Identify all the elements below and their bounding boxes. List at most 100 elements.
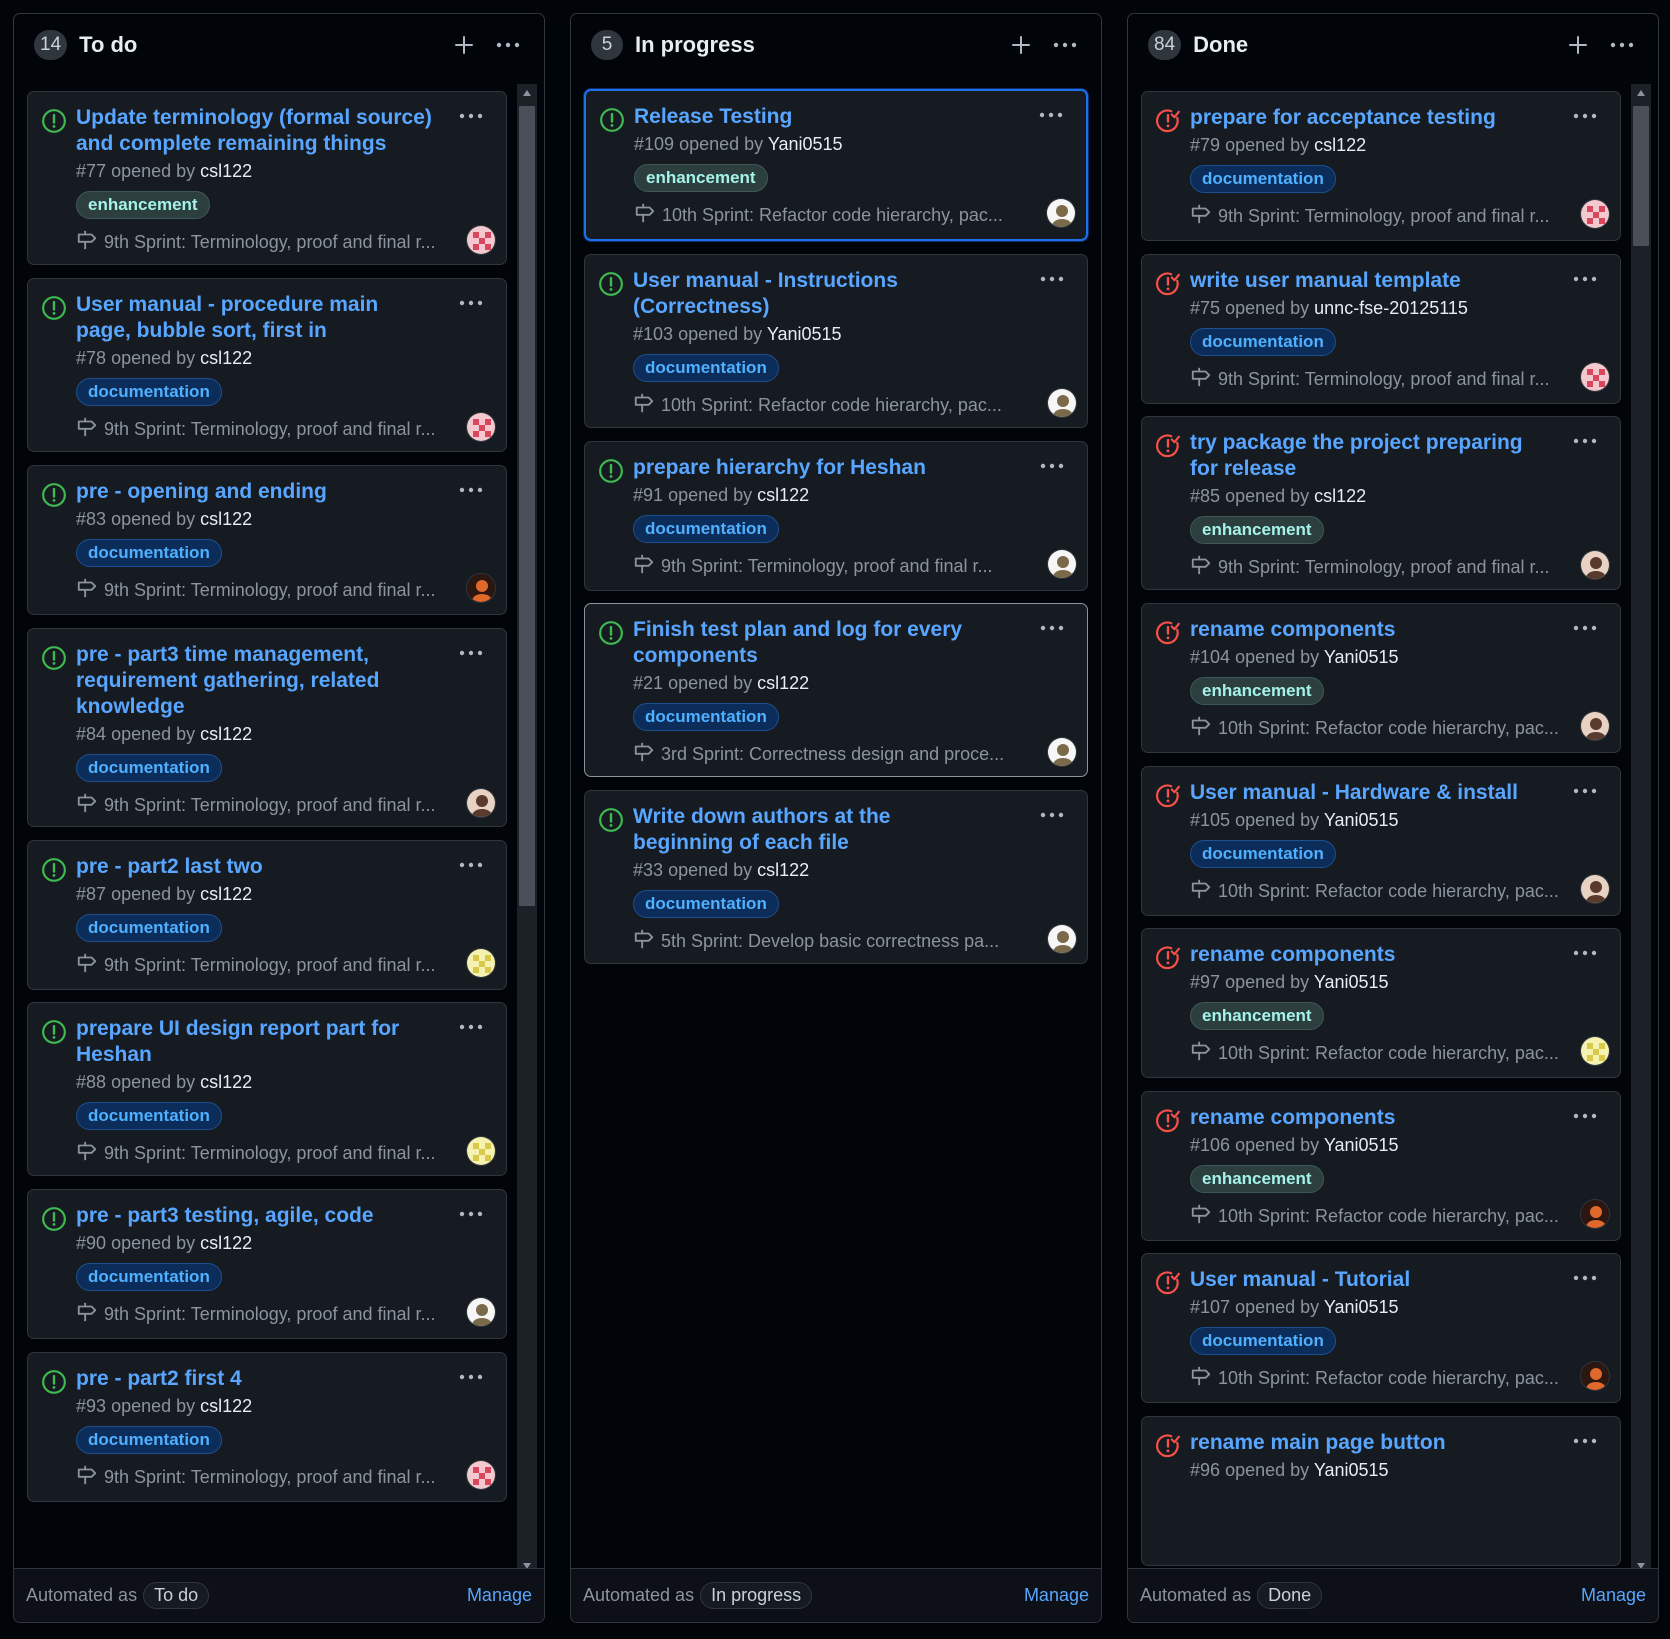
issue-author-link[interactable]: csl122 <box>200 1072 252 1092</box>
issue-card[interactable]: User manual - Instructions (Correctness)… <box>584 254 1088 428</box>
issue-card[interactable]: pre - part2 last two #87 opened by csl122… <box>27 840 507 990</box>
issue-title-link[interactable]: prepare UI design report part for Heshan <box>76 1016 436 1068</box>
issue-title-link[interactable]: pre - part3 time management, requirement… <box>76 642 436 720</box>
issue-author-link[interactable]: Yani0515 <box>1324 1135 1399 1155</box>
label-documentation[interactable]: documentation <box>633 890 779 918</box>
label-documentation[interactable]: documentation <box>1190 840 1336 868</box>
milestone-link[interactable]: 9th Sprint: Terminology, proof and final… <box>76 1301 436 1328</box>
issue-title-link[interactable]: User manual - Hardware & install <box>1190 780 1550 806</box>
label-documentation[interactable]: documentation <box>1190 328 1336 356</box>
card-menu-button[interactable] <box>454 1200 488 1228</box>
add-card-button[interactable] <box>447 28 481 62</box>
column-menu-button[interactable] <box>1605 28 1639 62</box>
milestone-link[interactable]: 9th Sprint: Terminology, proof and final… <box>76 792 436 819</box>
issue-author-link[interactable]: Yani0515 <box>1324 1297 1399 1317</box>
issue-card[interactable]: rename components #97 opened by Yani0515 e… <box>1141 928 1621 1078</box>
issue-author-link[interactable]: csl122 <box>757 860 809 880</box>
issue-card[interactable]: Update terminology (formal source) and c… <box>27 91 507 265</box>
assignee-avatar[interactable] <box>1047 388 1077 418</box>
card-menu-button[interactable] <box>1035 614 1069 642</box>
assignee-avatar[interactable] <box>1580 1361 1610 1391</box>
assignee-avatar[interactable] <box>466 573 496 603</box>
issue-title-link[interactable]: rename components <box>1190 617 1550 643</box>
card-menu-button[interactable] <box>454 476 488 504</box>
issue-author-link[interactable]: csl122 <box>200 724 252 744</box>
issue-title-link[interactable]: pre - part2 last two <box>76 854 436 880</box>
add-card-button[interactable] <box>1004 28 1038 62</box>
issue-title-link[interactable]: write user manual template <box>1190 268 1550 294</box>
column-scrollbar[interactable] <box>517 84 537 1575</box>
issue-card[interactable]: pre - opening and ending #83 opened by cs… <box>27 465 507 615</box>
assignee-avatar[interactable] <box>466 1460 496 1490</box>
issue-title-link[interactable]: Release Testing <box>634 104 994 130</box>
issue-author-link[interactable]: Yani0515 <box>768 134 843 154</box>
issue-title-link[interactable]: pre - part2 first 4 <box>76 1366 436 1392</box>
label-documentation[interactable]: documentation <box>76 378 222 406</box>
issue-card[interactable]: pre - part3 time management, requirement… <box>27 628 507 827</box>
issue-author-link[interactable]: Yani0515 <box>1314 1460 1389 1480</box>
card-menu-button[interactable] <box>1568 102 1602 130</box>
assignee-avatar[interactable] <box>466 788 496 818</box>
issue-title-link[interactable]: rename components <box>1190 942 1550 968</box>
milestone-link[interactable]: 9th Sprint: Terminology, proof and final… <box>76 1464 436 1491</box>
issue-title-link[interactable]: rename components <box>1190 1105 1550 1131</box>
label-enhancement[interactable]: enhancement <box>1190 1165 1324 1193</box>
milestone-link[interactable]: 5th Sprint: Develop basic correctness pa… <box>633 928 999 955</box>
issue-title-link[interactable]: User manual - Instructions (Correctness) <box>633 268 993 320</box>
issue-card[interactable]: prepare hierarchy for Heshan #91 opened b… <box>584 441 1088 591</box>
assignee-avatar[interactable] <box>1580 874 1610 904</box>
assignee-avatar[interactable] <box>466 948 496 978</box>
milestone-link[interactable]: 9th Sprint: Terminology, proof and final… <box>1190 203 1550 230</box>
milestone-link[interactable]: 10th Sprint: Refactor code hierarchy, pa… <box>1190 715 1559 742</box>
milestone-link[interactable]: 9th Sprint: Terminology, proof and final… <box>1190 554 1550 581</box>
issue-card[interactable]: rename components #104 opened by Yani0515… <box>1141 603 1621 753</box>
issue-author-link[interactable]: csl122 <box>200 884 252 904</box>
issue-card[interactable]: Release Testing #109 opened by Yani0515 en… <box>584 89 1088 241</box>
label-enhancement[interactable]: enhancement <box>1190 516 1324 544</box>
issue-card[interactable]: rename components #106 opened by Yani0515… <box>1141 1091 1621 1241</box>
issue-card[interactable]: User manual - Tutorial #107 opened by Yan… <box>1141 1253 1621 1403</box>
card-menu-button[interactable] <box>1035 801 1069 829</box>
label-enhancement[interactable]: enhancement <box>1190 677 1324 705</box>
card-menu-button[interactable] <box>454 289 488 317</box>
milestone-link[interactable]: 9th Sprint: Terminology, proof and final… <box>633 553 993 580</box>
card-menu-button[interactable] <box>1568 777 1602 805</box>
issue-author-link[interactable]: csl122 <box>757 673 809 693</box>
issue-card[interactable]: try package the project preparing for re… <box>1141 416 1621 590</box>
label-enhancement[interactable]: enhancement <box>1190 1002 1324 1030</box>
issue-author-link[interactable]: csl122 <box>757 485 809 505</box>
milestone-link[interactable]: 9th Sprint: Terminology, proof and final… <box>76 577 436 604</box>
assignee-avatar[interactable] <box>1580 362 1610 392</box>
label-documentation[interactable]: documentation <box>76 1263 222 1291</box>
issue-title-link[interactable]: User manual - Tutorial <box>1190 1267 1550 1293</box>
manage-automation-link[interactable]: Manage <box>1024 1585 1089 1606</box>
label-documentation[interactable]: documentation <box>633 703 779 731</box>
assignee-avatar[interactable] <box>1580 711 1610 741</box>
card-menu-button[interactable] <box>454 1013 488 1041</box>
label-documentation[interactable]: documentation <box>633 354 779 382</box>
assignee-avatar[interactable] <box>466 412 496 442</box>
assignee-avatar[interactable] <box>466 1136 496 1166</box>
label-documentation[interactable]: documentation <box>76 914 222 942</box>
issue-card[interactable]: rename main page button #96 opened by Yan… <box>1141 1416 1621 1566</box>
milestone-link[interactable]: 9th Sprint: Terminology, proof and final… <box>76 229 436 256</box>
milestone-link[interactable]: 9th Sprint: Terminology, proof and final… <box>76 1140 436 1167</box>
milestone-link[interactable]: 9th Sprint: Terminology, proof and final… <box>76 416 436 443</box>
column-menu-button[interactable] <box>1048 28 1082 62</box>
card-menu-button[interactable] <box>1568 614 1602 642</box>
issue-title-link[interactable]: pre - part3 testing, agile, code <box>76 1203 436 1229</box>
issue-author-link[interactable]: Yani0515 <box>1324 810 1399 830</box>
assignee-avatar[interactable] <box>1580 550 1610 580</box>
milestone-link[interactable]: 10th Sprint: Refactor code hierarchy, pa… <box>634 202 1003 229</box>
issue-card[interactable]: User manual - Hardware & install #105 ope… <box>1141 766 1621 916</box>
assignee-avatar[interactable] <box>1580 1036 1610 1066</box>
issue-title-link[interactable]: pre - opening and ending <box>76 479 436 505</box>
issue-author-link[interactable]: Yani0515 <box>1324 647 1399 667</box>
issue-card[interactable]: prepare for acceptance testing #79 opened… <box>1141 91 1621 241</box>
scroll-up-arrow-icon[interactable] <box>517 84 537 102</box>
issue-card[interactable]: Finish test plan and log for every compo… <box>584 603 1088 777</box>
issue-title-link[interactable]: prepare hierarchy for Heshan <box>633 455 993 481</box>
milestone-link[interactable]: 10th Sprint: Refactor code hierarchy, pa… <box>1190 1365 1559 1392</box>
assignee-avatar[interactable] <box>1047 737 1077 767</box>
issue-author-link[interactable]: csl122 <box>200 1233 252 1253</box>
